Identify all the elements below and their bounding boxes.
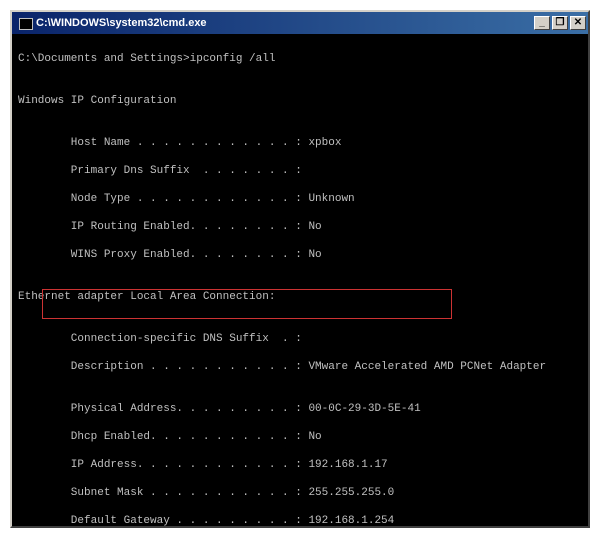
cmd-window: C:\WINDOWS\system32\cmd.exe _ ❐ ✕ C:\Doc… — [10, 10, 590, 528]
ip-address-line: IP Address. . . . . . . . . . . . : 192.… — [18, 458, 582, 472]
host-name-line: Host Name . . . . . . . . . . . . : xpbo… — [18, 136, 582, 150]
primary-dns-line: Primary Dns Suffix . . . . . . . : — [18, 164, 582, 178]
window-title: C:\WINDOWS\system32\cmd.exe — [36, 17, 534, 29]
description-line: Description . . . . . . . . . . . : VMwa… — [18, 360, 582, 374]
default-gateway-line: Default Gateway . . . . . . . . . : 192.… — [18, 514, 582, 526]
ipconfig-header: Windows IP Configuration — [18, 94, 582, 108]
physical-address-line: Physical Address. . . . . . . . . : 00-0… — [18, 402, 582, 416]
ip-routing-line: IP Routing Enabled. . . . . . . . : No — [18, 220, 582, 234]
terminal-output[interactable]: C:\Documents and Settings>ipconfig /all … — [12, 34, 588, 526]
close-button[interactable]: ✕ — [570, 16, 586, 30]
conn-suffix-line: Connection-specific DNS Suffix . : — [18, 332, 582, 346]
titlebar[interactable]: C:\WINDOWS\system32\cmd.exe _ ❐ ✕ — [12, 12, 588, 34]
dhcp-line: Dhcp Enabled. . . . . . . . . . . : No — [18, 430, 582, 444]
maximize-button[interactable]: ❐ — [552, 16, 568, 30]
node-type-line: Node Type . . . . . . . . . . . . : Unkn… — [18, 192, 582, 206]
wins-proxy-line: WINS Proxy Enabled. . . . . . . . : No — [18, 248, 582, 262]
minimize-button[interactable]: _ — [534, 16, 550, 30]
window-controls: _ ❐ ✕ — [534, 16, 586, 30]
prompt-line: C:\Documents and Settings>ipconfig /all — [18, 52, 582, 66]
adapter-header: Ethernet adapter Local Area Connection: — [18, 290, 582, 304]
subnet-mask-line: Subnet Mask . . . . . . . . . . . : 255.… — [18, 486, 582, 500]
cmd-icon — [18, 16, 32, 30]
